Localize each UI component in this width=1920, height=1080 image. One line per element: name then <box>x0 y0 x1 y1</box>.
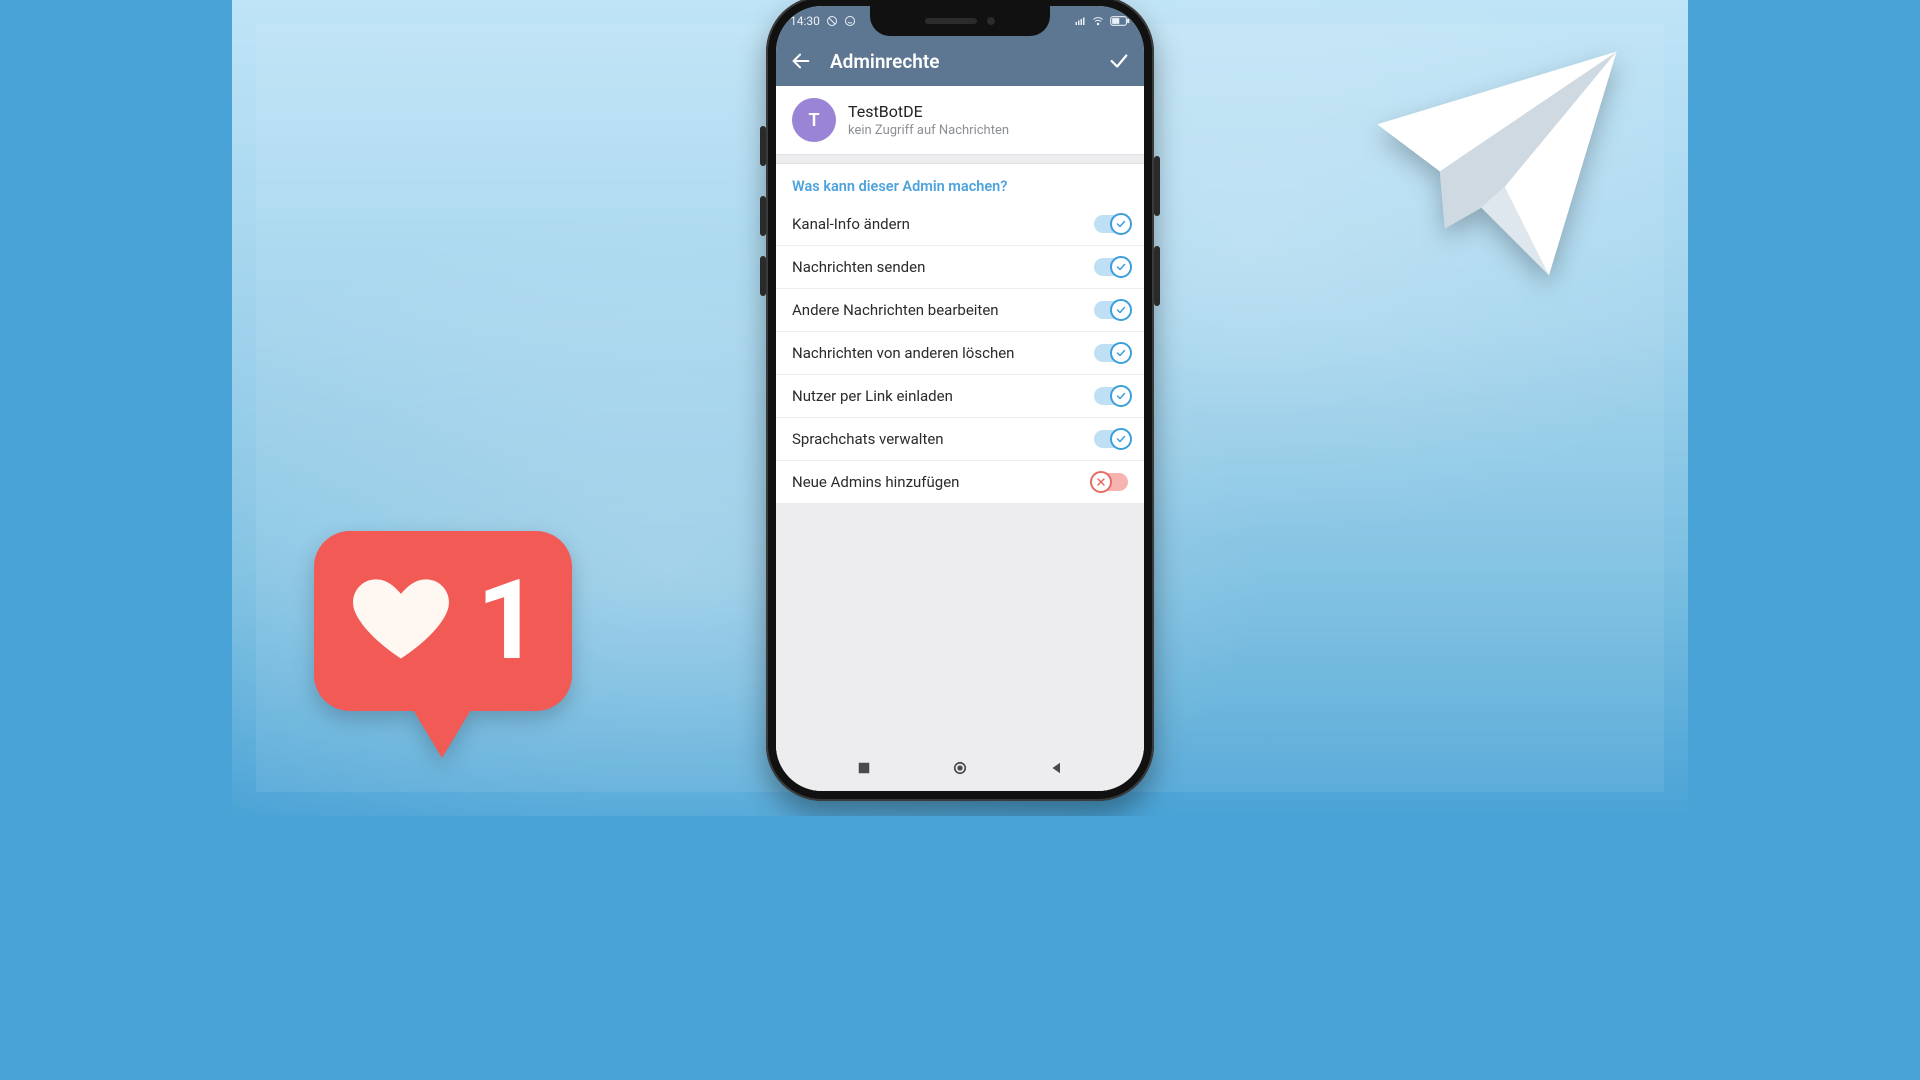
toggle-on[interactable] <box>1094 258 1128 276</box>
permission-label: Nachrichten senden <box>792 258 925 276</box>
permission-label: Andere Nachrichten bearbeiten <box>792 301 999 319</box>
toggle-off[interactable] <box>1094 473 1128 491</box>
permission-row[interactable]: Nachrichten senden <box>776 245 1144 288</box>
permission-row[interactable]: Neue Admins hinzufügen <box>776 460 1144 503</box>
like-bubble: 1 <box>314 531 572 756</box>
app-bar: Adminrechte <box>776 36 1144 86</box>
permission-row[interactable]: Nachrichten von anderen löschen <box>776 331 1144 374</box>
phone-screen: 14:30 <box>776 6 1144 791</box>
heart-icon <box>346 571 456 671</box>
nav-recent-icon[interactable] <box>855 759 873 777</box>
permission-row[interactable]: Nutzer per Link einladen <box>776 374 1144 417</box>
whatsapp-icon <box>844 15 856 27</box>
user-name: TestBotDE <box>848 102 1009 121</box>
toggle-on[interactable] <box>1094 215 1128 233</box>
close-icon <box>1090 471 1112 493</box>
check-icon <box>1110 213 1132 235</box>
telegram-plane-icon <box>1362 36 1632 296</box>
permission-row[interactable]: Sprachchats verwalten <box>776 417 1144 460</box>
permission-label: Nachrichten von anderen löschen <box>792 344 1014 362</box>
toggle-on[interactable] <box>1094 344 1128 362</box>
back-icon[interactable] <box>790 50 812 72</box>
permission-row[interactable]: Kanal-Info ändern <box>776 203 1144 245</box>
check-icon <box>1110 299 1132 321</box>
like-count: 1 <box>476 566 539 676</box>
permission-label: Neue Admins hinzufügen <box>792 473 959 491</box>
permission-label: Sprachchats verwalten <box>792 430 944 448</box>
check-icon <box>1110 428 1132 450</box>
page-title: Adminrechte <box>830 50 1090 73</box>
permission-label: Nutzer per Link einladen <box>792 387 953 405</box>
stage: 1 14:30 <box>232 0 1688 816</box>
check-icon <box>1110 385 1132 407</box>
confirm-check-icon[interactable] <box>1108 50 1130 72</box>
toggle-on[interactable] <box>1094 387 1128 405</box>
check-icon <box>1110 342 1132 364</box>
permission-row[interactable]: Andere Nachrichten bearbeiten <box>776 288 1144 331</box>
wifi-icon <box>1092 15 1104 27</box>
nav-home-icon[interactable] <box>951 759 969 777</box>
section-header: Was kann dieser Admin machen? <box>776 164 1144 203</box>
notch <box>870 6 1050 36</box>
check-icon <box>1110 256 1132 278</box>
android-nav-bar <box>776 745 1144 791</box>
toggle-on[interactable] <box>1094 301 1128 319</box>
user-subtitle: kein Zugriff auf Nachrichten <box>848 123 1009 138</box>
status-time: 14:30 <box>790 14 820 28</box>
phone-mockup: 14:30 <box>766 0 1154 801</box>
battery-icon <box>1110 15 1130 27</box>
avatar: T <box>792 98 836 142</box>
nav-back-icon[interactable] <box>1048 759 1066 777</box>
user-row[interactable]: T TestBotDE kein Zugriff auf Nachrichten <box>776 86 1144 154</box>
dnd-icon <box>826 15 838 27</box>
permission-label: Kanal-Info ändern <box>792 215 910 233</box>
toggle-on[interactable] <box>1094 430 1128 448</box>
permissions-section: Was kann dieser Admin machen? Kanal-Info… <box>776 164 1144 503</box>
signal-icon <box>1074 15 1086 27</box>
